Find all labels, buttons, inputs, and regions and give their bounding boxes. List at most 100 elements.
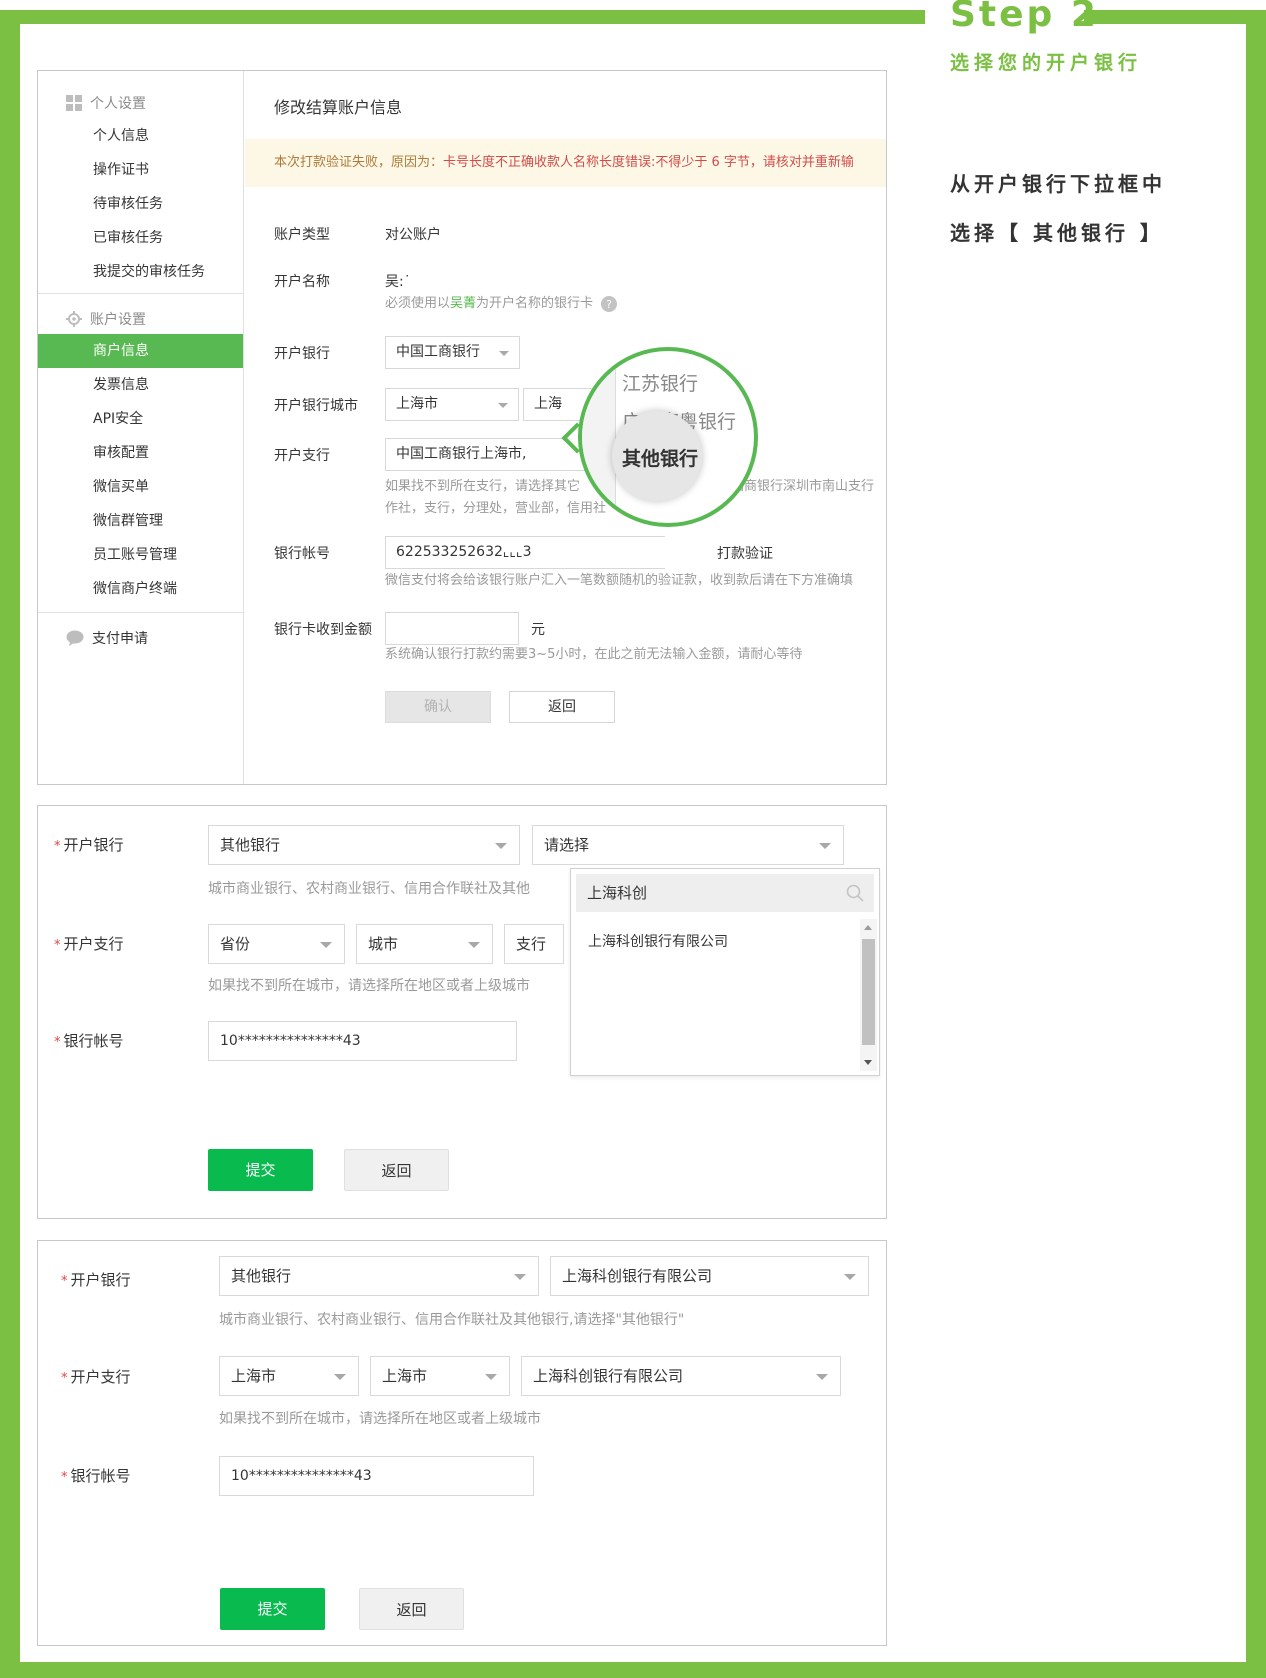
bank-label: * 开户银行 <box>54 834 124 855</box>
sidebar-item-review-config[interactable]: 审核配置 <box>38 436 243 470</box>
search-value: 上海科创 <box>587 884 648 902</box>
option-jiangsu-bank: 江苏银行 <box>622 373 699 395</box>
scroll-up-arrow-icon[interactable] <box>864 925 872 930</box>
bank-select[interactable]: 其他银行 <box>208 825 520 865</box>
submit-button[interactable]: 提交 <box>208 1149 313 1191</box>
branch-select[interactable]: 支行 <box>504 924 564 964</box>
bank-label: * 开户银行 <box>61 1269 131 1290</box>
account-input[interactable]: 10***************43 <box>219 1456 534 1496</box>
main-content: 修改结算账户信息 本次打款验证失败，原因为：卡号长度不正确收款人名称长度错误:不… <box>245 71 886 784</box>
sidebar-item-submitted-tasks[interactable]: 我提交的审核任务 <box>38 255 243 289</box>
sidebar-item-reviewed-tasks[interactable]: 已审核任务 <box>38 221 243 255</box>
amount-label: 银行卡收到金额 <box>274 622 372 638</box>
label-text: 开户银行 <box>70 1271 131 1289</box>
step-title: Step 2 <box>950 0 1099 35</box>
province-select[interactable]: 上海市 <box>385 388 519 421</box>
grid-icon <box>66 95 82 111</box>
account-name-label: 开户名称 <box>274 274 330 290</box>
label-text: 开户支行 <box>70 1368 131 1386</box>
branch-label: * 开户支行 <box>61 1366 131 1387</box>
city-select[interactable]: 城市 <box>356 924 493 964</box>
back-button[interactable]: 返回 <box>344 1149 449 1191</box>
bank-form-dropdown-open: * 开户银行 其他银行 请选择 城市商业银行、农村商业银行、信用合作联社及其他 *… <box>37 805 887 1219</box>
sidebar-item-merchant-info[interactable]: 商户信息 <box>38 334 243 368</box>
bank-dropdown-menu: 上海科创 上海科创银行有限公司 <box>570 868 880 1076</box>
sidebar-item-api-security[interactable]: API安全 <box>38 402 243 436</box>
label-text: 银行帐号 <box>70 1467 131 1485</box>
label-text: 开户支行 <box>63 935 124 953</box>
province-select[interactable]: 省份 <box>208 924 345 964</box>
sidebar-item-wechat-pay-bill[interactable]: 微信买单 <box>38 470 243 504</box>
account-no-hint: 微信支付将会给该银行账户汇入一笔数额随机的验证款，收到款后请在下方准确填 <box>385 573 854 588</box>
magnifier-callout: 江苏银行 广东南粤银行 其他银行 <box>578 347 758 527</box>
bank-select[interactable]: 其他银行 <box>219 1256 539 1296</box>
chevron-down-icon <box>514 1274 526 1280</box>
dropdown-search-input[interactable]: 上海科创 <box>576 874 874 912</box>
amount-input[interactable] <box>385 612 519 645</box>
sidebar-item-staff-accounts[interactable]: 员工账号管理 <box>38 538 243 572</box>
dropdown-option[interactable]: 上海科创银行有限公司 <box>588 931 728 951</box>
branch-select[interactable]: 中国工商银行上海市, <box>385 438 585 471</box>
chevron-down-icon <box>498 403 508 408</box>
label-text: 银行帐号 <box>63 1032 124 1050</box>
sidebar-section-personal[interactable]: 个人设置 <box>66 93 146 113</box>
sidebar-item-personal-info[interactable]: 个人信息 <box>38 119 243 153</box>
chevron-down-icon <box>485 1374 497 1380</box>
branch-hint: 如果找不到所在城市，请选择所在地区或者上级城市 <box>208 978 530 994</box>
settlement-account-panel: 个人设置 个人信息 操作证书 待审核任务 已审核任务 我提交的审核任务 账户设置… <box>37 70 887 785</box>
required-star: * <box>61 1274 68 1289</box>
chevron-down-icon <box>844 1274 856 1280</box>
sidebar-item-invoice-info[interactable]: 发票信息 <box>38 368 243 402</box>
bank-select[interactable]: 中国工商银行 <box>385 336 520 369</box>
hint-name: 吴菁 <box>450 296 477 311</box>
dropdown-scrollbar[interactable] <box>860 919 877 1071</box>
chevron-down-icon <box>468 942 480 948</box>
scrollbar-thumb[interactable] <box>862 939 875 1045</box>
branch-hint-2: 作社，支行，分理处，营业部，信用社 <box>385 501 607 516</box>
option-other-bank[interactable]: 其他银行 <box>622 444 698 471</box>
verify-payment-link[interactable]: 打款验证 <box>717 543 773 563</box>
province-select[interactable]: 上海市 <box>219 1356 359 1396</box>
branch-select[interactable]: 上海科创银行有限公司 <box>521 1356 841 1396</box>
account-label: * 银行帐号 <box>54 1030 124 1051</box>
chevron-down-icon <box>819 843 831 849</box>
sidebar-item-wechat-group[interactable]: 微信群管理 <box>38 504 243 538</box>
account-input[interactable]: 10***************43 <box>208 1021 517 1061</box>
select-value: 上海科创银行有限公司 <box>562 1267 713 1285</box>
account-type-value: 对公账户 <box>385 227 441 243</box>
city-select[interactable]: 上海市 <box>370 1356 510 1396</box>
back-button[interactable]: 返回 <box>359 1588 464 1630</box>
chevron-down-icon <box>816 1374 828 1380</box>
bank-hint: 城市商业银行、农村商业银行、信用合作联社及其他 <box>208 881 530 897</box>
select-value: 上海市 <box>396 396 438 412</box>
sidebar-item-pending-tasks[interactable]: 待审核任务 <box>38 187 243 221</box>
bank-city-label: 开户银行城市 <box>274 398 358 414</box>
chevron-down-icon <box>495 843 507 849</box>
bank-name-select[interactable]: 上海科创银行有限公司 <box>550 1256 869 1296</box>
select-value: 其他银行 <box>231 1267 292 1285</box>
amount-unit: 元 <box>531 622 545 638</box>
sidebar-divider <box>38 612 243 613</box>
select-value: 上海市 <box>382 1367 428 1385</box>
submit-button[interactable]: 提交 <box>220 1588 325 1630</box>
account-no-label: 银行帐号 <box>274 546 330 562</box>
branch-hint-1-right: 招商银行深圳市南山支行 <box>731 479 875 494</box>
scroll-down-arrow-icon[interactable] <box>864 1060 872 1065</box>
sidebar-item-merchant-terminal[interactable]: 微信商户终端 <box>38 572 243 606</box>
error-alert: 本次打款验证失败，原因为：卡号长度不正确收款人名称长度错误:不得少于 6 字节，… <box>245 139 886 187</box>
frame-right-border <box>1246 10 1266 1678</box>
select-value: 上海科创银行有限公司 <box>533 1367 684 1385</box>
bank-name-select[interactable]: 请选择 <box>532 825 844 865</box>
back-button[interactable]: 返回 <box>509 691 615 723</box>
help-icon[interactable]: ? <box>601 296 618 312</box>
account-type-label: 账户类型 <box>274 227 330 243</box>
confirm-button[interactable]: 确认 <box>385 691 491 723</box>
sidebar-item-certificate[interactable]: 操作证书 <box>38 153 243 187</box>
sidebar-section-label: 个人设置 <box>90 96 146 112</box>
required-star: * <box>61 1371 68 1386</box>
sidebar-section-payment-apply[interactable]: 支付申请 <box>66 628 148 648</box>
select-placeholder: 支行 <box>516 935 547 953</box>
svg-text:?: ? <box>606 298 612 311</box>
account-no-input[interactable]: 622533252632⌞⌞⌞3 <box>385 536 665 569</box>
sidebar-section-account[interactable]: 账户设置 <box>66 309 146 329</box>
